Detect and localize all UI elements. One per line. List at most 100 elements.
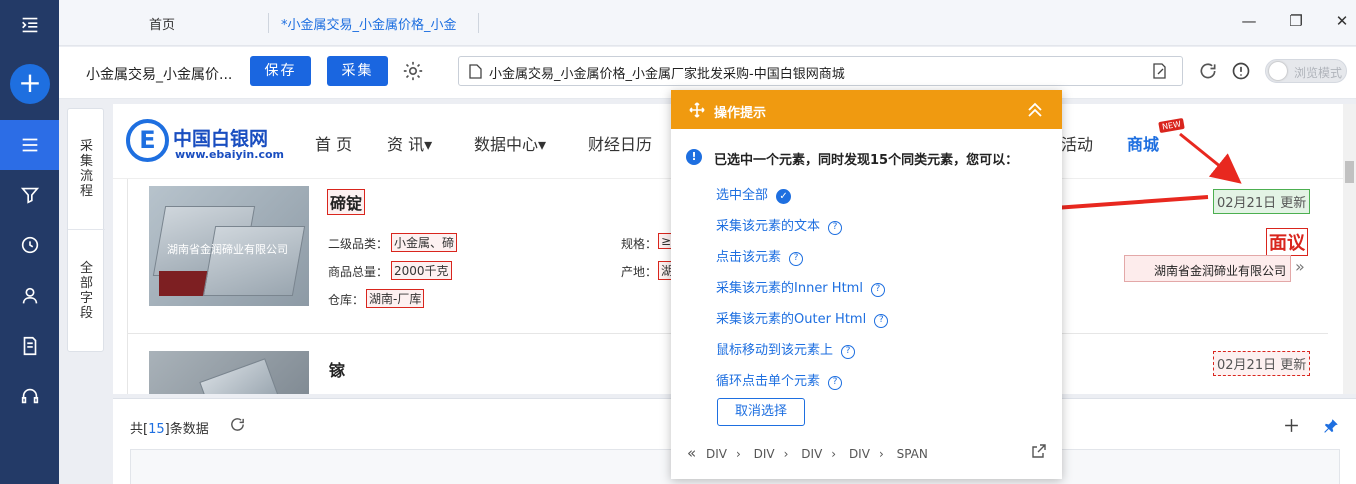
warehouse-value[interactable]: 湖南-厂库 xyxy=(366,289,425,308)
update-date-similar[interactable]: 02月21日 更新 xyxy=(1213,351,1311,376)
path-node[interactable]: DIV xyxy=(849,447,870,461)
external-link-icon[interactable] xyxy=(1031,443,1047,459)
chevron-right-icon[interactable]: » xyxy=(1295,257,1305,276)
tip-panel-title: 操作提示 xyxy=(714,106,767,121)
product-image[interactable]: 湖南省金润碲业有限公司 xyxy=(149,186,309,306)
option-label: 鼠标移动到该元素上 xyxy=(716,343,834,358)
cancel-selection-button[interactable]: 取消选择 xyxy=(717,398,805,426)
option-select-all[interactable]: 选中全部 ✓ xyxy=(716,184,792,204)
supplier-name[interactable]: 湖南省金润碲业有限公司 xyxy=(1124,255,1291,282)
expand-path-icon[interactable]: « xyxy=(687,444,696,462)
tab-home[interactable]: 首页 xyxy=(149,14,175,33)
option-collect-inner-html[interactable]: 采集该元素的Inner Html? xyxy=(716,277,885,297)
settings-gear-icon[interactable] xyxy=(402,60,424,82)
site-logo-url: www.ebaiyin.com xyxy=(175,148,284,161)
product-name[interactable]: 镓 xyxy=(329,357,345,381)
tab-all-fields[interactable]: 全部字段 xyxy=(68,261,105,321)
add-task-button[interactable]: + xyxy=(10,64,50,104)
new-badge: NEW xyxy=(1158,117,1185,134)
refresh-data-icon[interactable] xyxy=(229,416,246,433)
tab-current-task[interactable]: *小金属交易_小金属价格_小金 xyxy=(281,14,467,33)
total-value[interactable]: 2000千克 xyxy=(391,261,452,280)
scrollbar-thumb[interactable] xyxy=(1345,161,1354,183)
price-negotiable[interactable]: 面议 xyxy=(1266,228,1308,256)
tip-panel-header[interactable]: 操作提示 xyxy=(671,90,1062,129)
filter-icon[interactable] xyxy=(0,170,59,220)
refresh-icon[interactable] xyxy=(1198,61,1218,81)
path-node[interactable]: DIV xyxy=(754,447,775,461)
tab-divider xyxy=(268,13,269,33)
ingot-shape xyxy=(202,226,306,296)
history-icon[interactable] xyxy=(0,220,59,270)
spec-label: 规格： xyxy=(621,237,658,251)
secondary-category-value[interactable]: 小金属、碲 xyxy=(391,233,458,252)
toggle-knob xyxy=(1269,62,1287,80)
left-rail: + xyxy=(0,0,59,484)
page-icon xyxy=(469,64,482,79)
task-list-icon[interactable] xyxy=(0,120,59,170)
nav-news[interactable]: 资 讯▾ xyxy=(387,131,432,155)
help-icon[interactable]: ? xyxy=(870,283,885,297)
option-label: 循环点击单个元素 xyxy=(716,374,821,389)
browse-mode-label: 浏览模式 xyxy=(1294,66,1343,80)
help-icon[interactable]: ? xyxy=(841,345,856,359)
option-label: 采集该元素的Outer Html xyxy=(716,312,867,327)
option-collect-outer-html[interactable]: 采集该元素的Outer Html? xyxy=(716,308,889,328)
info-icon: ! xyxy=(686,149,702,165)
path-separator-icon: › xyxy=(878,447,884,461)
user-icon[interactable] xyxy=(0,271,59,321)
update-date-selected[interactable]: 02月21日 更新 xyxy=(1213,189,1311,214)
path-node[interactable]: DIV xyxy=(706,447,727,461)
save-button[interactable]: 保存 xyxy=(250,56,311,86)
nav-mall[interactable]: 商城 xyxy=(1127,131,1159,155)
nav-calendar[interactable]: 财经日历 xyxy=(588,131,652,155)
alert-icon[interactable] xyxy=(1231,61,1251,81)
path-separator-icon: › xyxy=(783,447,789,461)
record-count: 共[15]条数据 xyxy=(130,418,209,437)
tab-workflow[interactable]: 采集流程 xyxy=(68,139,105,199)
help-icon[interactable]: ? xyxy=(828,376,843,390)
count-suffix: ]条数据 xyxy=(164,422,209,437)
check-icon: ✓ xyxy=(776,189,792,204)
operation-tip-panel: 操作提示 ! 已选中一个元素，同时发现15个同类元素，您可以： 选中全部 ✓ 采集… xyxy=(671,90,1062,479)
path-node[interactable]: DIV xyxy=(801,447,822,461)
option-collect-text[interactable]: 采集该元素的文本? xyxy=(716,215,843,235)
help-icon[interactable]: ? xyxy=(789,252,804,266)
browse-mode-toggle[interactable]: 浏览模式 xyxy=(1265,59,1347,83)
collect-button[interactable]: 采集 xyxy=(327,56,388,86)
product-image[interactable] xyxy=(149,351,309,394)
nav-activity[interactable]: 活动 xyxy=(1061,131,1093,155)
move-icon[interactable] xyxy=(689,102,705,118)
image-watermark: 湖南省金润碲业有限公司 xyxy=(167,243,288,256)
pin-icon[interactable] xyxy=(1322,417,1340,435)
path-node[interactable]: SPAN xyxy=(897,447,928,461)
collapse-icon[interactable] xyxy=(1026,101,1044,119)
page-edit-icon[interactable] xyxy=(1152,63,1168,80)
tab-all-fields-label: 全部字段 xyxy=(79,261,93,321)
option-click-element[interactable]: 点击该元素? xyxy=(716,246,804,266)
browser-scrollbar[interactable] xyxy=(1343,104,1356,394)
add-field-icon[interactable] xyxy=(1283,417,1300,434)
help-icon[interactable]: ? xyxy=(874,314,889,328)
count-prefix: 共[ xyxy=(130,422,149,437)
option-loop-click[interactable]: 循环点击单个元素? xyxy=(716,370,843,390)
option-hover-element[interactable]: 鼠标移动到该元素上? xyxy=(716,339,856,359)
document-icon[interactable] xyxy=(0,321,59,371)
nav-data-center[interactable]: 数据中心▾ xyxy=(474,131,546,155)
headset-icon[interactable] xyxy=(0,371,59,421)
url-bar[interactable]: 小金属交易_小金属价格_小金属厂家批发采购-中国白银网商城 xyxy=(458,56,1183,86)
help-icon[interactable]: ? xyxy=(828,221,843,235)
option-label: 点击该元素 xyxy=(716,250,782,265)
url-text: 小金属交易_小金属价格_小金属厂家批发采购-中国白银网商城 xyxy=(489,67,845,82)
site-logo-text[interactable]: 中国白银网 xyxy=(173,124,268,151)
product-name[interactable]: 碲锭 xyxy=(327,189,366,215)
tab-bar: 首页 *小金属交易_小金属价格_小金 — ❐ ✕ xyxy=(59,0,1356,46)
minimize-icon[interactable]: — xyxy=(1239,12,1259,30)
nav-home[interactable]: 首 页 xyxy=(315,131,352,155)
tip-message: 已选中一个元素，同时发现15个同类元素，您可以： xyxy=(714,153,1019,168)
close-icon[interactable]: ✕ xyxy=(1332,12,1352,30)
side-tabs: 采集流程 全部字段 xyxy=(67,108,105,352)
site-logo-icon[interactable]: E xyxy=(126,119,169,162)
maximize-icon[interactable]: ❐ xyxy=(1286,12,1306,30)
menu-icon[interactable] xyxy=(0,0,59,50)
